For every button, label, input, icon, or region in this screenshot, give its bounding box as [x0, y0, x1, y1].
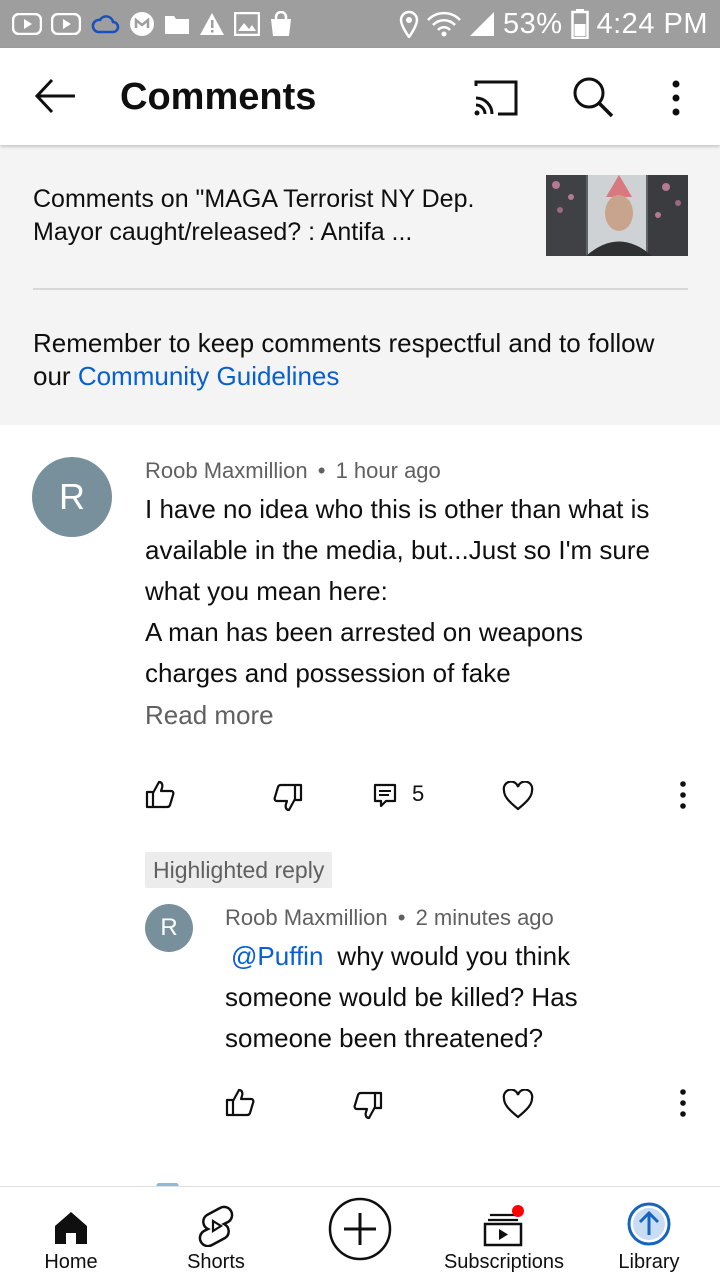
- dislike-button[interactable]: [270, 780, 306, 816]
- heart-button[interactable]: [500, 778, 536, 814]
- comment-time: 1 hour ago: [335, 458, 441, 483]
- reply-count[interactable]: 5: [412, 781, 424, 807]
- nav-label: Home: [44, 1251, 98, 1273]
- comment-line: charges and possession of fake: [145, 658, 511, 688]
- app-bar: Comments: [0, 48, 720, 145]
- divider: [33, 288, 688, 290]
- thumbs-up-icon: [145, 780, 175, 809]
- reply-button[interactable]: [370, 780, 400, 810]
- video-thumbnail[interactable]: [546, 175, 688, 256]
- avatar-letter: R: [160, 914, 178, 941]
- battery-icon: [570, 9, 589, 39]
- heart-icon: [502, 781, 534, 811]
- wifi-icon: [427, 11, 461, 37]
- page-title: Comments: [120, 76, 317, 118]
- comment-line: available in the media, but...Just so I'…: [145, 535, 650, 565]
- comment-author[interactable]: Roob Maxmillion: [145, 458, 308, 483]
- thumbs-up-icon: [225, 1088, 255, 1117]
- nav-label: Subscriptions: [443, 1251, 565, 1273]
- thumbs-down-icon: [273, 783, 303, 812]
- comment-meta: Roob Maxmillion • 1 hour ago: [145, 458, 441, 484]
- next-reply-peek: [0, 1178, 720, 1191]
- community-guidelines-link[interactable]: Community Guidelines: [78, 361, 340, 391]
- heart-button[interactable]: [500, 1086, 536, 1122]
- reply-more-button[interactable]: [670, 1086, 696, 1120]
- shopping-bag-icon: [269, 11, 293, 37]
- clock: 4:24 PM: [596, 7, 708, 40]
- comment-line: what you mean here:: [145, 576, 388, 606]
- shorts-icon: [198, 1187, 234, 1247]
- nav-label: Shorts: [187, 1251, 245, 1273]
- comments-header: Comments on "MAGA Terrorist NY Dep. Mayo…: [0, 145, 720, 425]
- reply-line: @Puffin why would you think: [225, 936, 695, 977]
- folder-icon: [164, 13, 190, 35]
- subscriptions-icon: [482, 1187, 526, 1247]
- read-more-button[interactable]: Read more: [145, 700, 274, 731]
- location-icon: [399, 10, 419, 38]
- avatar[interactable]: R: [32, 457, 112, 537]
- dislike-button[interactable]: [350, 1088, 386, 1124]
- comment-text: I have no idea who this is other than wh…: [145, 489, 705, 694]
- search-button[interactable]: [570, 74, 616, 120]
- warning-icon: [199, 12, 225, 36]
- nav-create[interactable]: [290, 1187, 430, 1280]
- back-button[interactable]: [34, 76, 78, 116]
- like-button[interactable]: [142, 776, 178, 812]
- more-vert-icon: [680, 1089, 686, 1117]
- like-button[interactable]: [222, 1084, 258, 1120]
- separator-dot: •: [397, 905, 406, 930]
- comment-line: I have no idea who this is other than wh…: [145, 494, 650, 524]
- mention-link[interactable]: @Puffin: [231, 941, 323, 971]
- signal-icon: [469, 11, 495, 37]
- search-icon: [573, 77, 614, 118]
- thumbnail-image: [546, 175, 688, 256]
- cast-icon: [474, 80, 518, 116]
- more-vert-icon: [672, 80, 680, 116]
- highlighted-reply-badge: Highlighted reply: [145, 852, 333, 888]
- reply-time: 2 minutes ago: [415, 905, 554, 930]
- nav-label: Library: [618, 1251, 680, 1273]
- nav-home[interactable]: Home: [1, 1187, 141, 1280]
- youtube-icon: [51, 13, 81, 35]
- avatar-letter: R: [59, 476, 85, 517]
- youtube-icon: [12, 13, 42, 35]
- heart-icon: [502, 1089, 534, 1119]
- app-icon: [129, 11, 155, 37]
- reply-author[interactable]: Roob Maxmillion: [225, 905, 388, 930]
- comment-more-button[interactable]: [670, 778, 696, 812]
- avatar[interactable]: R: [145, 904, 193, 952]
- nav-shorts[interactable]: Shorts: [146, 1187, 286, 1280]
- image-icon: [234, 12, 260, 36]
- status-bar: 53% 4:24 PM: [0, 0, 720, 48]
- nav-subscriptions[interactable]: Subscriptions: [434, 1187, 574, 1280]
- battery-percent: 53%: [502, 7, 563, 40]
- back-arrow-icon: [34, 78, 75, 114]
- reply-text: @Puffin why would you think someone would…: [225, 936, 695, 1059]
- reply-line-text: why would you think: [337, 941, 571, 971]
- reply-meta: Roob Maxmillion • 2 minutes ago: [225, 905, 554, 931]
- separator-dot: •: [317, 458, 326, 483]
- guidelines-reminder: Remember to keep comments respectful and…: [33, 327, 673, 393]
- comment-line: A man has been arrested on weapons: [145, 617, 583, 647]
- library-icon: [626, 1187, 672, 1247]
- thumbs-down-icon: [353, 1091, 383, 1120]
- more-options-button[interactable]: [662, 76, 690, 120]
- cloud-icon: [90, 13, 120, 35]
- reply-line: someone would be killed? Has: [225, 982, 578, 1012]
- comment-icon: [373, 783, 397, 808]
- home-icon: [52, 1187, 90, 1247]
- create-plus-icon: [328, 1187, 392, 1271]
- cast-button[interactable]: [472, 78, 520, 118]
- bottom-navigation: Home Shorts Subscriptions Library: [0, 1186, 720, 1280]
- nav-library[interactable]: Library: [579, 1187, 719, 1280]
- more-vert-icon: [680, 781, 686, 809]
- video-title[interactable]: Comments on "MAGA Terrorist NY Dep. Mayo…: [33, 183, 523, 249]
- reply-line: someone been threatened?: [225, 1023, 544, 1053]
